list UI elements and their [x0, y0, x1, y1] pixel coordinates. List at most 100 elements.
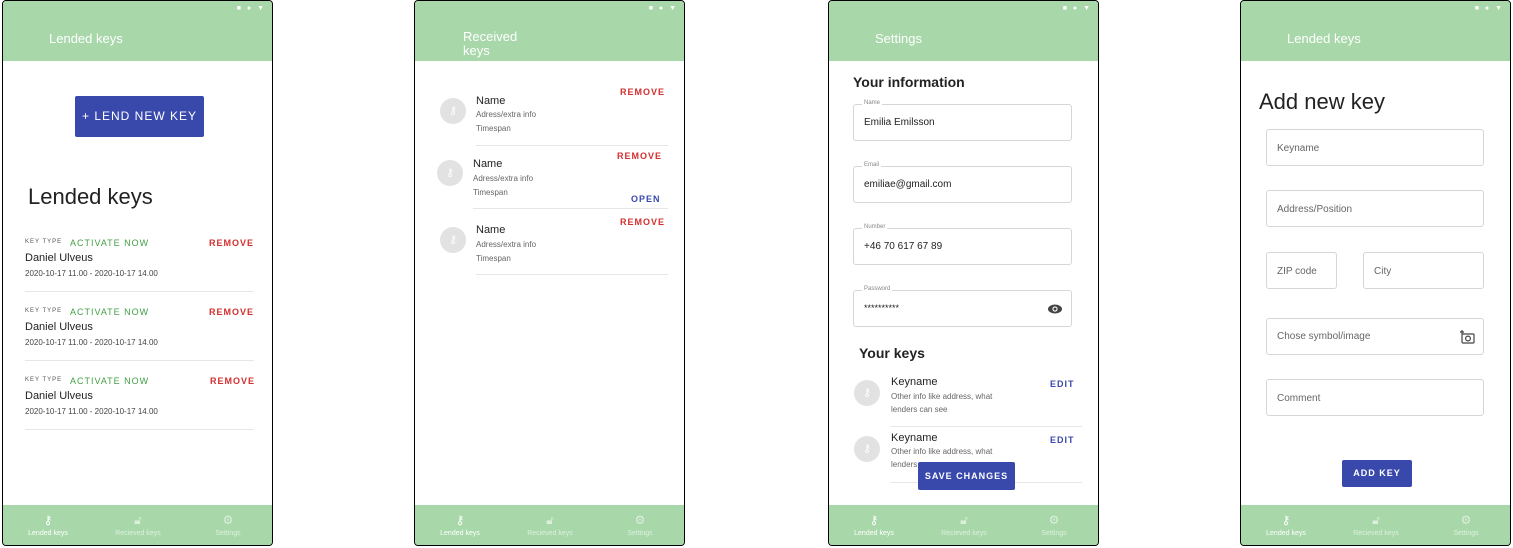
name-field[interactable]: Name Emilia Emilsson — [853, 100, 1072, 141]
list-item: ⚷ Name Adress/extra info Timespan REMOVE — [415, 209, 684, 273]
nav-settings[interactable]: ⚙ Settings — [595, 513, 684, 537]
lock-icon: 🔓︎ — [1372, 513, 1380, 527]
item-address: Adress/extra info — [473, 174, 534, 183]
key-avatar-icon: ⚷ — [440, 227, 466, 253]
list-item: ⚷ Name Adress/extra info Timespan REMOVE… — [415, 145, 684, 209]
app-bar-title-line1: Received — [463, 29, 518, 44]
activate-now-button[interactable]: ACTIVATE NOW — [70, 238, 149, 248]
nav-settings[interactable]: ⚙ Settings — [1421, 513, 1510, 537]
nav-received-keys[interactable]: 🔓︎ Recieved keys — [93, 513, 183, 537]
bottom-nav: ⚷ Lended keys 🔓︎ Recieved keys ⚙ Setting… — [1241, 505, 1510, 545]
edit-button[interactable]: EDIT — [1050, 435, 1075, 445]
field-value: Emilia Emilsson — [864, 117, 935, 128]
gear-icon: ⚙ — [1460, 513, 1472, 527]
key-info-line2: lenders can see — [891, 405, 948, 414]
placeholder: Address/Position — [1277, 204, 1353, 215]
divider — [25, 291, 254, 292]
lender-name: Daniel Ulveus — [25, 321, 93, 333]
lend-new-key-button[interactable]: + LEND NEW KEY — [75, 96, 204, 137]
remove-button[interactable]: REMOVE — [209, 307, 254, 317]
key-avatar-icon: ⚷ — [437, 160, 463, 186]
gear-icon: ⚙ — [1048, 513, 1060, 527]
app-bar-title: Lended keys — [49, 31, 123, 46]
item-name: Name — [473, 158, 503, 170]
nav-label: Settings — [215, 530, 241, 537]
time-range: 2020-10-17 11.00 - 2020-10-17 14.00 — [25, 338, 158, 347]
app-bar: ■ ● ▼ Settings — [829, 1, 1098, 61]
symbol-image-input[interactable]: Chose symbol/image — [1266, 318, 1484, 355]
nav-settings[interactable]: ⚙ Settings — [1009, 513, 1098, 537]
key-type-label: KEY TYPE — [25, 308, 63, 314]
nav-lended-keys[interactable]: ⚷ Lended keys — [1241, 513, 1331, 537]
status-bar-icons: ■ ● ▼ — [648, 5, 678, 12]
key-avatar-icon: ⚷ — [854, 380, 880, 406]
email-field[interactable]: Email emiliae@gmail.com — [853, 162, 1072, 203]
key-icon: ⚷ — [869, 513, 879, 527]
key-icon: ⚷ — [43, 513, 53, 527]
key-name: Keyname — [891, 432, 938, 444]
edit-button[interactable]: EDIT — [1050, 379, 1075, 389]
item-timespan: Timespan — [473, 188, 508, 197]
nav-received-keys[interactable]: 🔓︎ Recieved keys — [1331, 513, 1421, 537]
field-label: Number — [862, 224, 888, 230]
status-bar-icons: ■ ● ▼ — [236, 5, 266, 12]
nav-label: Lended keys — [440, 530, 480, 537]
field-label: Email — [862, 162, 882, 168]
key-icon: ⚷ — [1281, 513, 1291, 527]
app-bar: ■ ● ▼ Received keys — [415, 1, 684, 61]
save-changes-button[interactable]: SAVE CHANGES — [918, 462, 1015, 490]
gear-icon: ⚙ — [222, 513, 234, 527]
nav-lended-keys[interactable]: ⚷ Lended keys — [829, 513, 919, 537]
nav-received-keys[interactable]: 🔓︎ Recieved keys — [505, 513, 595, 537]
divider — [476, 274, 668, 275]
key-type-label: KEY TYPE — [25, 239, 63, 245]
lock-icon: 🔓︎ — [546, 513, 554, 527]
add-key-button[interactable]: ADD KEY — [1342, 460, 1412, 487]
key-name: Keyname — [891, 376, 938, 388]
remove-button[interactable]: REMOVE — [620, 87, 665, 97]
nav-label: Lended keys — [854, 530, 894, 537]
remove-button[interactable]: REMOVE — [620, 217, 665, 227]
password-field[interactable]: Password ********** — [853, 286, 1072, 327]
activate-now-button[interactable]: ACTIVATE NOW — [70, 376, 149, 386]
placeholder: Chose symbol/image — [1277, 331, 1371, 342]
remove-button[interactable]: REMOVE — [209, 238, 254, 248]
nav-received-keys[interactable]: 🔓︎ Recieved keys — [919, 513, 1009, 537]
key-info-line1: Other info like address, what — [891, 392, 993, 401]
nav-lended-keys[interactable]: ⚷ Lended keys — [3, 513, 93, 537]
city-input[interactable]: City — [1363, 252, 1484, 289]
item-address: Adress/extra info — [476, 110, 537, 119]
open-button[interactable]: OPEN — [631, 194, 661, 204]
phone-settings: ■ ● ▼ Settings Your information Name Emi… — [828, 0, 1099, 546]
placeholder: City — [1374, 266, 1392, 277]
remove-button[interactable]: REMOVE — [617, 151, 662, 161]
add-photo-icon[interactable] — [1460, 330, 1476, 344]
field-label: Password — [862, 286, 893, 292]
list-item: ⚷ Keyname Other info like address, what … — [829, 371, 1098, 427]
placeholder: Keyname — [1277, 143, 1320, 154]
bottom-nav: ⚷ Lended keys 🔓︎ Recieved keys ⚙ Setting… — [829, 505, 1098, 545]
bottom-nav: ⚷ Lended keys 🔓︎ Recieved keys ⚙ Setting… — [3, 505, 272, 545]
nav-label: Lended keys — [1266, 530, 1306, 537]
placeholder: ZIP code — [1277, 266, 1317, 277]
remove-button[interactable]: REMOVE — [210, 376, 255, 386]
keyname-input[interactable]: Keyname — [1266, 129, 1484, 166]
app-bar: ■ ● ▼ Lended keys — [1241, 1, 1510, 61]
key-avatar-icon: ⚷ — [440, 98, 466, 124]
item-name: Name — [476, 95, 506, 107]
comment-input[interactable]: Comment — [1266, 379, 1484, 416]
nav-settings[interactable]: ⚙ Settings — [183, 513, 272, 537]
nav-lended-keys[interactable]: ⚷ Lended keys — [415, 513, 505, 537]
app-bar-title-line2: keys — [463, 43, 490, 58]
activate-now-button[interactable]: ACTIVATE NOW — [70, 307, 149, 317]
list-item: KEY TYPE ACTIVATE NOW REMOVE Daniel Ulve… — [3, 302, 272, 362]
address-input[interactable]: Address/Position — [1266, 190, 1484, 227]
field-value: +46 70 617 67 89 — [864, 241, 943, 252]
zip-code-input[interactable]: ZIP code — [1266, 252, 1337, 289]
page-title: Add new key — [1259, 89, 1385, 114]
list-item: ⚷ Name Adress/extra info Timespan REMOVE — [415, 81, 684, 145]
eye-icon[interactable] — [1047, 302, 1063, 316]
key-icon: ⚷ — [455, 513, 465, 527]
number-field[interactable]: Number +46 70 617 67 89 — [853, 224, 1072, 265]
nav-label: Settings — [1041, 530, 1067, 537]
